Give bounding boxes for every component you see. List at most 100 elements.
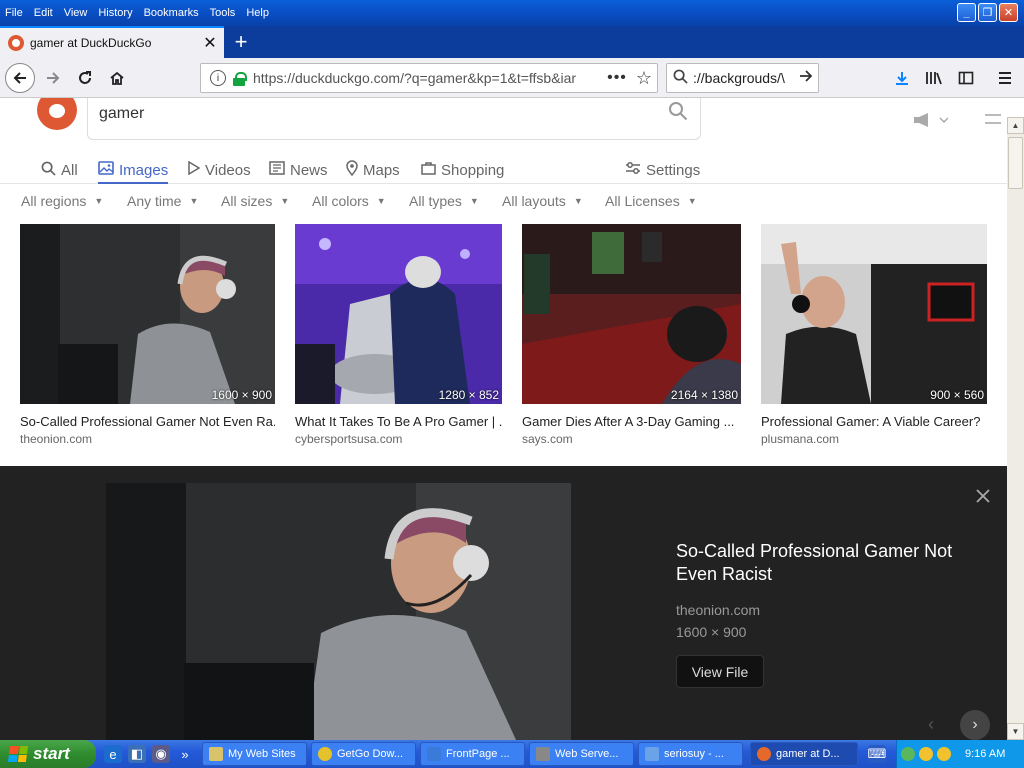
- caret-down-icon: ▼: [280, 196, 290, 206]
- result-domain: plusmana.com: [761, 432, 840, 446]
- scroll-down-icon[interactable]: ▼: [1007, 723, 1024, 740]
- filter-region[interactable]: All regions ▼: [21, 193, 103, 209]
- result-thumbnail[interactable]: 1600 × 900: [20, 224, 275, 404]
- tab-videos[interactable]: Videos: [187, 158, 251, 182]
- menu-tools[interactable]: Tools: [205, 7, 242, 19]
- window-controls: _ ❐ ✕: [957, 3, 1018, 22]
- tab-news[interactable]: News: [269, 158, 328, 182]
- search-bar[interactable]: ://backgrouds/\: [666, 63, 819, 93]
- result-tile[interactable]: 900 × 560 Professional Gamer: A Viable C…: [761, 224, 987, 446]
- new-tab-button[interactable]: +: [228, 28, 254, 56]
- close-detail-icon[interactable]: [975, 484, 991, 510]
- minimize-icon[interactable]: _: [957, 3, 976, 22]
- tab-all[interactable]: All: [41, 158, 78, 182]
- megaphone-icon[interactable]: [912, 112, 949, 133]
- menu-bookmarks[interactable]: Bookmarks: [139, 7, 205, 19]
- restore-icon[interactable]: ❐: [978, 3, 997, 22]
- detail-domain[interactable]: theonion.com: [676, 602, 760, 618]
- tab-maps[interactable]: Maps: [346, 158, 400, 182]
- search-input[interactable]: ://backgrouds/\: [693, 70, 794, 86]
- bookmark-star-icon[interactable]: ☆: [631, 68, 657, 89]
- result-title[interactable]: Gamer Dies After A 3-Day Gaming ...: [522, 414, 741, 429]
- result-tile[interactable]: 1280 × 852 What It Takes To Be A Pro Gam…: [295, 224, 502, 446]
- taskbar-item[interactable]: My Web Sites: [202, 742, 307, 766]
- reload-icon: [79, 71, 91, 84]
- result-tile[interactable]: 2164 × 1380 Gamer Dies After A 3-Day Gam…: [522, 224, 741, 446]
- tab-settings[interactable]: Settings: [625, 158, 700, 182]
- url-bar[interactable]: i https://duckduckgo.com/?q=gamer&kp=1&t…: [200, 63, 658, 93]
- scroll-thumb[interactable]: [1008, 137, 1023, 189]
- reload-button[interactable]: [70, 63, 100, 93]
- taskbar-item[interactable]: GetGo Dow...: [311, 742, 416, 766]
- tab-images[interactable]: Images: [98, 152, 169, 184]
- keyboard-icon[interactable]: ⌨: [868, 745, 886, 763]
- filter-color[interactable]: All colors ▼: [312, 193, 386, 209]
- menu-help[interactable]: Help: [241, 7, 275, 19]
- scroll-up-icon[interactable]: ▲: [1007, 117, 1024, 134]
- result-tile[interactable]: 1600 × 900 So-Called Professional Gamer …: [20, 224, 275, 446]
- prev-arrow-icon[interactable]: ‹: [928, 714, 934, 735]
- page-menu-icon[interactable]: [985, 114, 1001, 124]
- duckduckgo-logo[interactable]: [37, 98, 77, 130]
- result-thumbnail[interactable]: 900 × 560: [761, 224, 987, 404]
- library-icon[interactable]: [923, 67, 945, 89]
- smiley-icon[interactable]: [919, 747, 933, 761]
- media-icon[interactable]: ◉: [152, 745, 170, 763]
- menu-file[interactable]: File: [0, 7, 29, 19]
- result-thumbnail[interactable]: 2164 × 1380: [522, 224, 741, 404]
- gamer-photo-large-image: [106, 483, 571, 740]
- filter-layout[interactable]: All layouts ▼: [502, 193, 583, 209]
- tab-duckduckgo[interactable]: gamer at DuckDuckGo ✕: [0, 26, 224, 58]
- network-icon[interactable]: [901, 747, 915, 761]
- vertical-tabs: All Images Videos News Maps Shopping Set…: [0, 152, 1007, 184]
- duckduckgo-favicon-icon: [8, 35, 24, 51]
- url-text[interactable]: https://duckduckgo.com/?q=gamer&kp=1&t=f…: [253, 70, 603, 86]
- next-arrow-icon[interactable]: ›: [960, 710, 990, 740]
- ie-icon[interactable]: e: [104, 745, 122, 763]
- result-title[interactable]: Professional Gamer: A Viable Career?: [761, 414, 987, 429]
- sidebar-icon[interactable]: [955, 67, 977, 89]
- tab-close-icon[interactable]: ✕: [200, 33, 220, 53]
- start-button[interactable]: start: [0, 740, 96, 768]
- menu-history[interactable]: History: [93, 7, 138, 19]
- forward-button[interactable]: [38, 63, 68, 93]
- filter-size[interactable]: All sizes ▼: [221, 193, 289, 209]
- filter-license[interactable]: All Licenses ▼: [605, 193, 697, 209]
- vertical-scrollbar[interactable]: ▲ ▼: [1007, 117, 1024, 740]
- go-arrow-icon[interactable]: [794, 68, 818, 89]
- result-thumbnail[interactable]: 1280 × 852: [295, 224, 502, 404]
- firefox-icon: [757, 747, 771, 761]
- tab-news-label: News: [290, 161, 328, 179]
- home-button[interactable]: [102, 63, 132, 93]
- info-icon[interactable]: i: [210, 70, 226, 86]
- lock-icon[interactable]: [233, 71, 247, 86]
- result-title[interactable]: What It Takes To Be A Pro Gamer | ...: [295, 414, 502, 429]
- detail-image[interactable]: [106, 483, 571, 740]
- taskbar-item[interactable]: FrontPage ...: [420, 742, 525, 766]
- close-icon[interactable]: ✕: [999, 3, 1018, 22]
- taskbar-item-active[interactable]: gamer at D...: [750, 742, 858, 766]
- back-button[interactable]: [5, 63, 35, 93]
- download-icon[interactable]: [891, 67, 913, 89]
- taskbar-item[interactable]: Web Serve...: [529, 742, 634, 766]
- page-search-box[interactable]: gamer: [87, 98, 701, 140]
- query-text[interactable]: gamer: [99, 105, 144, 123]
- filter-time[interactable]: Any time ▼: [127, 193, 198, 209]
- detail-title: So-Called Professional Gamer Not Even Ra…: [676, 541, 953, 584]
- view-file-button[interactable]: View File: [676, 655, 764, 688]
- more-quicklaunch-icon[interactable]: »: [176, 745, 194, 763]
- menu-edit[interactable]: Edit: [29, 7, 59, 19]
- result-domain: says.com: [522, 432, 573, 446]
- explorer-icon[interactable]: ◧: [128, 745, 146, 763]
- menu-view[interactable]: View: [59, 7, 94, 19]
- filter-type[interactable]: All types ▼: [409, 193, 479, 209]
- taskbar-item[interactable]: seriosuy - ...: [638, 742, 743, 766]
- menu-hamburger-icon[interactable]: [994, 67, 1016, 89]
- search-button-icon[interactable]: [668, 101, 688, 127]
- tab-videos-label: Videos: [205, 161, 251, 179]
- tab-shopping[interactable]: Shopping: [421, 158, 504, 182]
- status-icon[interactable]: [937, 747, 951, 761]
- frontpage-icon: [427, 747, 441, 761]
- result-title[interactable]: So-Called Professional Gamer Not Even Ra…: [20, 414, 275, 429]
- page-actions-icon[interactable]: •••: [603, 69, 631, 87]
